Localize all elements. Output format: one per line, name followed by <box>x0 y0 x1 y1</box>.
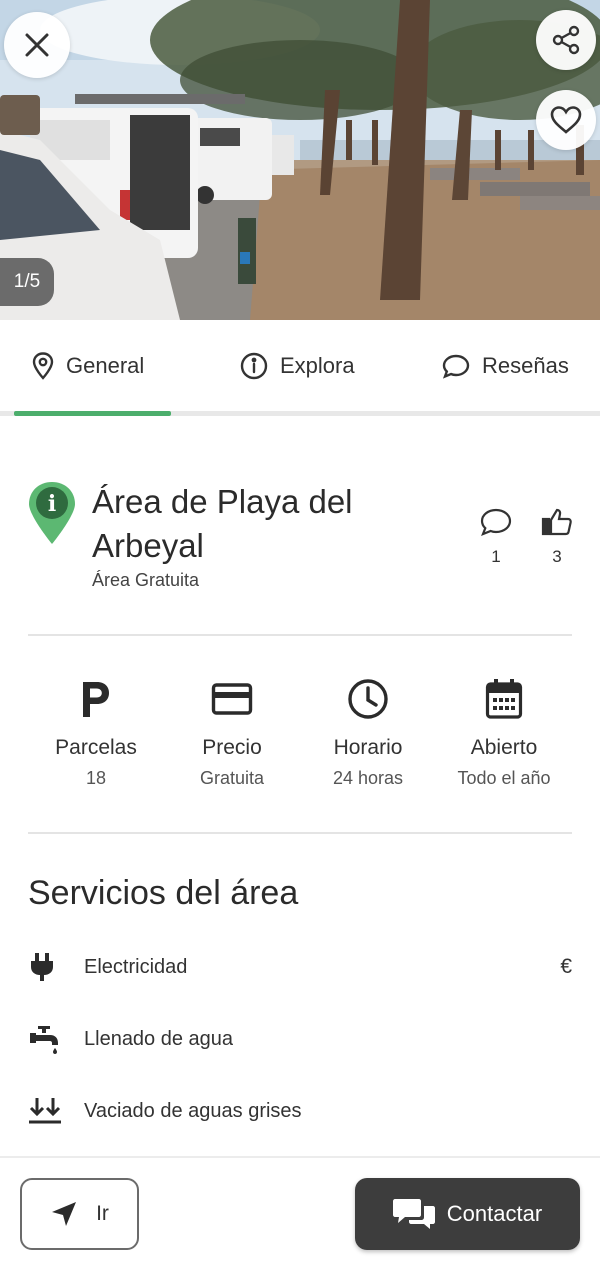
bottom-action-bar: Ir Contactar <box>0 1156 600 1266</box>
tab-general-label: General <box>66 353 145 378</box>
divider <box>28 634 572 636</box>
tab-explora[interactable]: Explora <box>240 320 355 412</box>
info-value: Todo el año <box>457 768 551 788</box>
photo-gallery[interactable]: 1/5 <box>0 0 600 320</box>
photo-counter: 1/5 <box>0 258 54 306</box>
info-pin-icon: i <box>29 482 75 544</box>
info-value: Gratuita <box>199 768 265 788</box>
comment-icon <box>480 508 512 536</box>
heart-icon <box>550 106 582 134</box>
chat-bubbles-icon <box>392 1199 435 1229</box>
tab-general[interactable]: General <box>32 320 144 412</box>
info-icon <box>240 352 268 380</box>
tab-explora-label: Explora <box>280 353 355 378</box>
info-value: 24 horas <box>332 768 404 788</box>
service-label: Llenado de agua <box>84 1027 234 1050</box>
clock-icon <box>348 679 388 719</box>
likes-stat[interactable]: 3 <box>537 507 577 567</box>
place-title: Área de Playa del Arbeyal <box>92 483 353 564</box>
info-label: Parcelas <box>55 736 137 759</box>
tab-active-indicator <box>14 411 171 416</box>
calendar-icon <box>485 679 523 719</box>
info-precio: Precio Gratuita <box>157 676 307 789</box>
card-icon <box>211 683 253 715</box>
info-horario: Horario 24 horas <box>293 676 443 789</box>
faucet-icon <box>30 1026 58 1054</box>
svg-text:i: i <box>48 491 56 517</box>
gallery-photo[interactable] <box>0 0 600 320</box>
service-label: Vaciado de aguas grises <box>84 1099 302 1122</box>
go-button-label: Ir <box>96 1202 109 1225</box>
service-item-llenado: Llenado de agua <box>28 1019 572 1059</box>
tab-bar: General Explora Reseñas <box>0 320 600 416</box>
service-item-electricidad: Electricidad € <box>28 947 572 987</box>
drain-icon <box>29 1098 61 1124</box>
info-parcelas: Parcelas 18 <box>21 676 171 789</box>
info-label: Horario <box>333 736 403 759</box>
close-button[interactable] <box>4 12 70 78</box>
parking-icon <box>83 682 109 717</box>
place-type: Área Gratuita <box>92 570 200 590</box>
services-title: Servicios del área <box>28 874 299 912</box>
service-price: € <box>560 955 572 978</box>
info-value: 18 <box>85 768 107 788</box>
favorite-button[interactable] <box>536 90 596 150</box>
tab-resenas-label: Reseñas <box>482 353 569 378</box>
share-icon <box>552 25 580 55</box>
tab-resenas[interactable]: Reseñas <box>442 320 569 412</box>
navigation-arrow-icon <box>52 1202 77 1226</box>
go-button[interactable]: Ir <box>20 1178 139 1250</box>
plug-icon <box>31 953 53 981</box>
likes-count: 3 <box>552 547 562 566</box>
service-label: Electricidad <box>84 955 188 978</box>
thumbs-up-icon <box>541 508 572 536</box>
comments-stat[interactable]: 1 <box>476 507 516 567</box>
map-pin-icon <box>32 352 54 380</box>
contact-button-label: Contactar <box>446 1201 543 1226</box>
info-label: Abierto <box>470 736 538 759</box>
info-label: Precio <box>202 736 262 759</box>
comment-icon <box>442 354 470 379</box>
share-button[interactable] <box>536 10 596 70</box>
divider <box>28 832 572 834</box>
info-abierto: Abierto Todo el año <box>429 676 579 789</box>
contact-button[interactable]: Contactar <box>355 1178 580 1250</box>
service-item-vaciado: Vaciado de aguas grises <box>28 1091 572 1131</box>
comments-count: 1 <box>491 547 501 566</box>
close-icon <box>25 33 49 57</box>
